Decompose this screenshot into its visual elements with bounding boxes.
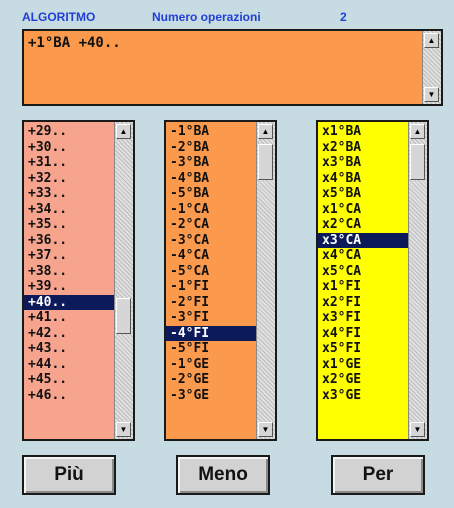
piu-list-item[interactable]: +46.. — [24, 388, 115, 404]
piu-list-item[interactable]: +36.. — [24, 233, 115, 249]
meno-list-item[interactable]: -1°BA — [166, 124, 257, 140]
meno-list-item[interactable]: -3°BA — [166, 155, 257, 171]
meno-list-item[interactable]: -3°CA — [166, 233, 257, 249]
operations-count-value: 2 — [340, 10, 347, 24]
per-scroll-thumb[interactable] — [410, 144, 425, 180]
piu-list-item[interactable]: +43.. — [24, 341, 115, 357]
operations-count-label: Numero operazioni — [152, 10, 261, 24]
piu-list-item[interactable]: +33.. — [24, 186, 115, 202]
scroll-up-arrow-icon[interactable]: ▲ — [424, 33, 439, 48]
per-list-item[interactable]: x2°FI — [318, 295, 409, 311]
per-list-item[interactable]: x2°BA — [318, 140, 409, 156]
per-list-item[interactable]: x1°FI — [318, 279, 409, 295]
meno-scrollbar[interactable]: ▲ ▼ — [256, 122, 275, 439]
meno-listbox[interactable]: -1°BA -2°BA -3°BA -4°BA -5°BA -1°CA -2°CA -3°CA… — [164, 120, 277, 441]
piu-list-item[interactable]: +31.. — [24, 155, 115, 171]
per-list-item[interactable]: x3°CA — [318, 232, 409, 248]
scroll-up-arrow-icon[interactable]: ▲ — [410, 124, 425, 139]
meno-list-item[interactable]: -1°GE — [166, 357, 257, 373]
per-listbox[interactable]: x1°BA x2°BA x3°BA x4°BA x5°BA x1°CA x2°CA x3°CA… — [316, 120, 429, 441]
meno-list-item[interactable]: -1°CA — [166, 202, 257, 218]
meno-scroll-thumb[interactable] — [258, 144, 273, 180]
per-list-items: x1°BA x2°BA x3°BA x4°BA x5°BA x1°CA x2°CA x3°CA… — [318, 124, 409, 403]
per-list-item[interactable]: x1°BA — [318, 124, 409, 140]
algorithm-textbox[interactable]: +1°BA +40.. ▲ ▼ — [22, 29, 443, 106]
piu-list-item[interactable]: +38.. — [24, 264, 115, 280]
per-list-item[interactable]: x5°BA — [318, 186, 409, 202]
meno-list-item[interactable]: -2°CA — [166, 217, 257, 233]
per-button[interactable]: Per — [331, 455, 425, 495]
per-scrollbar[interactable]: ▲ ▼ — [408, 122, 427, 439]
piu-list-item[interactable]: +35.. — [24, 217, 115, 233]
scroll-down-arrow-icon[interactable]: ▼ — [116, 422, 131, 437]
per-list-item[interactable]: x5°CA — [318, 264, 409, 280]
per-list-item[interactable]: x3°FI — [318, 310, 409, 326]
per-list-item[interactable]: x4°BA — [318, 171, 409, 187]
per-list-item[interactable]: x2°CA — [318, 217, 409, 233]
meno-button[interactable]: Meno — [176, 455, 270, 495]
piu-scroll-thumb[interactable] — [116, 298, 131, 334]
per-list-item[interactable]: x4°FI — [318, 326, 409, 342]
scroll-down-arrow-icon[interactable]: ▼ — [424, 87, 439, 102]
scroll-down-arrow-icon[interactable]: ▼ — [410, 422, 425, 437]
meno-list-item[interactable]: -4°CA — [166, 248, 257, 264]
meno-list-item[interactable]: -1°FI — [166, 279, 257, 295]
piu-listbox[interactable]: +29.. +30.. +31.. +32.. +33.. +34.. +35.. +36..… — [22, 120, 135, 441]
scroll-up-arrow-icon[interactable]: ▲ — [258, 124, 273, 139]
meno-list-item[interactable]: -5°BA — [166, 186, 257, 202]
piu-list-item[interactable]: +30.. — [24, 140, 115, 156]
meno-list-item[interactable]: -5°FI — [166, 341, 257, 357]
meno-list-item[interactable]: -3°FI — [166, 310, 257, 326]
meno-list-item[interactable]: -3°GE — [166, 388, 257, 404]
meno-list-item[interactable]: -5°CA — [166, 264, 257, 280]
per-list-item[interactable]: x4°CA — [318, 248, 409, 264]
per-list-item[interactable]: x2°GE — [318, 372, 409, 388]
per-list-item[interactable]: x1°GE — [318, 357, 409, 373]
meno-list-items: -1°BA -2°BA -3°BA -4°BA -5°BA -1°CA -2°CA -3°CA… — [166, 124, 257, 403]
per-list-item[interactable]: x1°CA — [318, 202, 409, 218]
piu-scrollbar[interactable]: ▲ ▼ — [114, 122, 133, 439]
scroll-up-arrow-icon[interactable]: ▲ — [116, 124, 131, 139]
piu-list-items: +29.. +30.. +31.. +32.. +33.. +34.. +35.. +36..… — [24, 124, 115, 403]
piu-list-item[interactable]: +34.. — [24, 202, 115, 218]
piu-list-item[interactable]: +39.. — [24, 279, 115, 295]
piu-list-item[interactable]: +44.. — [24, 357, 115, 373]
piu-list-item[interactable]: +29.. — [24, 124, 115, 140]
meno-list-item[interactable]: -2°BA — [166, 140, 257, 156]
meno-list-item[interactable]: -4°FI — [166, 325, 257, 341]
piu-list-item[interactable]: +42.. — [24, 326, 115, 342]
meno-list-item[interactable]: -2°GE — [166, 372, 257, 388]
piu-button[interactable]: Più — [22, 455, 116, 495]
per-list-item[interactable]: x5°FI — [318, 341, 409, 357]
meno-list-item[interactable]: -4°BA — [166, 171, 257, 187]
piu-list-item[interactable]: +40.. — [24, 294, 115, 310]
per-list-item[interactable]: x3°GE — [318, 388, 409, 404]
algorithm-text: +1°BA +40.. — [28, 35, 121, 51]
piu-list-item[interactable]: +37.. — [24, 248, 115, 264]
per-list-item[interactable]: x3°BA — [318, 155, 409, 171]
piu-list-item[interactable]: +45.. — [24, 372, 115, 388]
piu-list-item[interactable]: +32.. — [24, 171, 115, 187]
algorithm-scrollbar[interactable]: ▲ ▼ — [422, 31, 441, 104]
meno-list-item[interactable]: -2°FI — [166, 295, 257, 311]
scroll-down-arrow-icon[interactable]: ▼ — [258, 422, 273, 437]
piu-list-item[interactable]: +41.. — [24, 310, 115, 326]
algoritmo-label: ALGORITMO — [22, 10, 96, 24]
